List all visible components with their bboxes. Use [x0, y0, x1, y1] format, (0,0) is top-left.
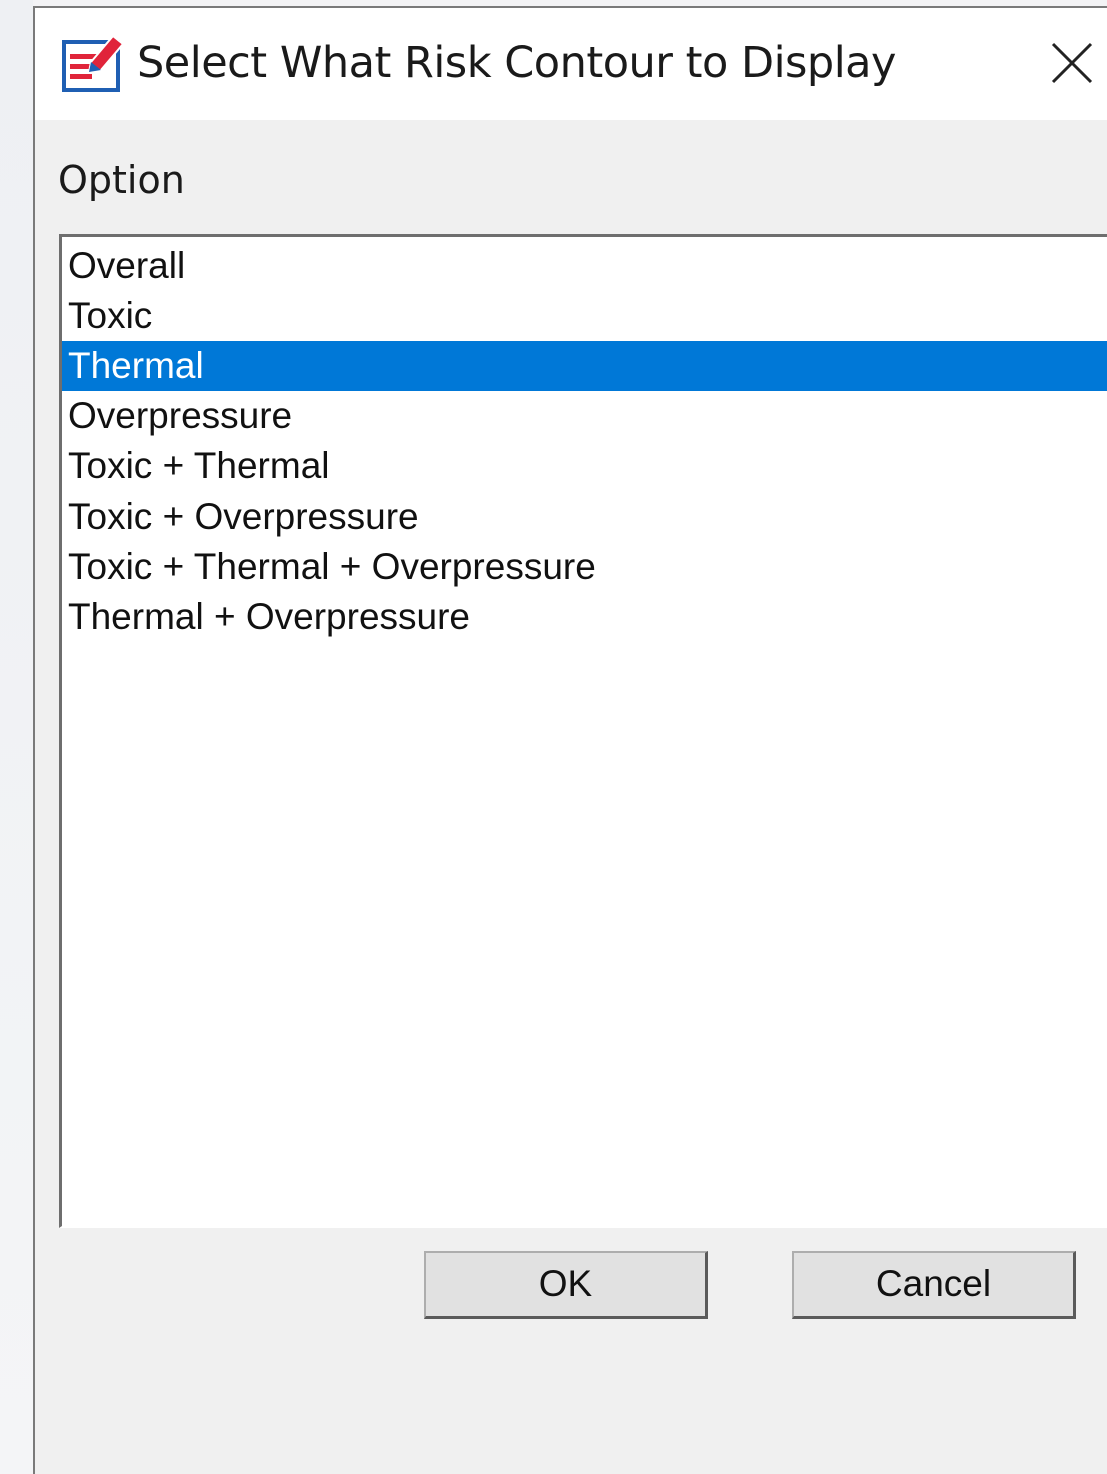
ok-button[interactable]: OK [424, 1251, 708, 1319]
list-item-thermal[interactable]: Thermal [62, 341, 1107, 391]
close-button[interactable] [1047, 38, 1097, 88]
window-title: Select What Risk Contour to Display [137, 38, 896, 88]
list-item-overall[interactable]: Overall [62, 241, 1107, 291]
close-icon [1051, 42, 1093, 84]
option-label: Option [58, 158, 185, 202]
cancel-button[interactable]: Cancel [792, 1251, 1076, 1319]
risk-option-listbox[interactable]: Overall Toxic Thermal Overpressure Toxic… [59, 234, 1107, 1228]
list-item-toxic-overpressure[interactable]: Toxic + Overpressure [62, 492, 1107, 542]
risk-contour-dialog: Select What Risk Contour to Display Opti… [33, 6, 1107, 1474]
title-bar: Select What Risk Contour to Display [35, 8, 1107, 120]
list-item-overpressure[interactable]: Overpressure [62, 391, 1107, 441]
list-item-thermal-overpressure[interactable]: Thermal + Overpressure [62, 592, 1107, 642]
document-edit-icon [61, 32, 125, 94]
list-item-toxic-thermal[interactable]: Toxic + Thermal [62, 441, 1107, 491]
list-item-toxic-thermal-overpressure[interactable]: Toxic + Thermal + Overpressure [62, 542, 1107, 592]
desktop-background [0, 0, 33, 1474]
list-item-toxic[interactable]: Toxic [62, 291, 1107, 341]
